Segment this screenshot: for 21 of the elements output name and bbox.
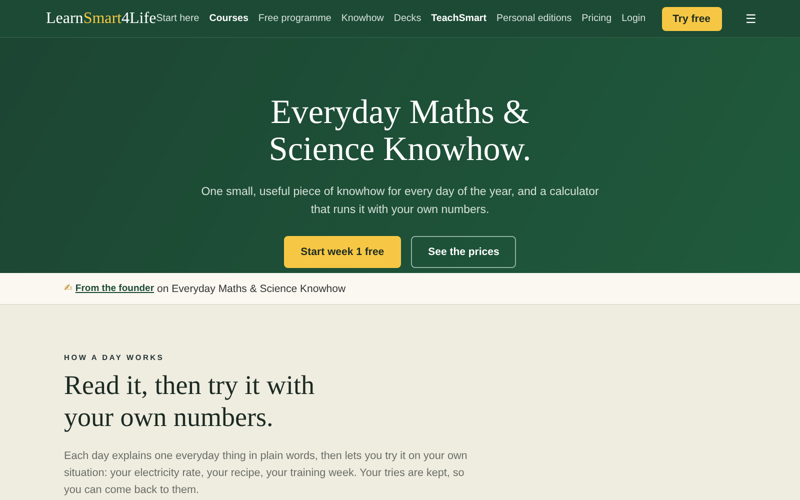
section-title: Read it, then try it with your own numbers.	[64, 370, 316, 434]
logo[interactable]: LearnSmart4Life	[46, 10, 156, 28]
nav-link[interactable]: Personal editions	[496, 13, 572, 24]
writing-hand-icon: ✍	[64, 283, 72, 294]
try-free-button[interactable]: Try free	[662, 6, 722, 30]
founder-text: on Everyday Maths & Science Knowhow	[157, 282, 346, 294]
start-button[interactable]: Start week 1 free	[284, 236, 402, 268]
nav-link[interactable]: Decks	[394, 13, 422, 24]
menu-icon[interactable]: ☰	[746, 12, 757, 26]
nav-link[interactable]: Knowhow	[341, 13, 384, 24]
section-body: Each day explains one everyday thing in plain words, then lets you try it on your own situation: your electricity rate, your recipe, your training week. Your tries are kept, so you can come back to them.	[64, 448, 468, 498]
nav-link[interactable]: Courses	[209, 13, 248, 24]
nav-link[interactable]: Start here	[156, 13, 200, 24]
nav-link[interactable]: TeachSmart	[431, 13, 486, 24]
nav-link[interactable]: Free programme	[258, 13, 332, 24]
hero-title: Everyday Maths & Science Knowhow.	[268, 94, 532, 169]
hero-subtitle: One small, useful piece of knowhow for every day of the year, and a calculator that runs it with your own numbers.	[200, 184, 600, 218]
founder-link[interactable]: From the founder	[75, 283, 154, 294]
prices-button[interactable]: See the prices	[411, 236, 516, 268]
nav-link[interactable]: Login	[622, 13, 646, 24]
nav-link[interactable]: Pricing	[582, 13, 612, 24]
